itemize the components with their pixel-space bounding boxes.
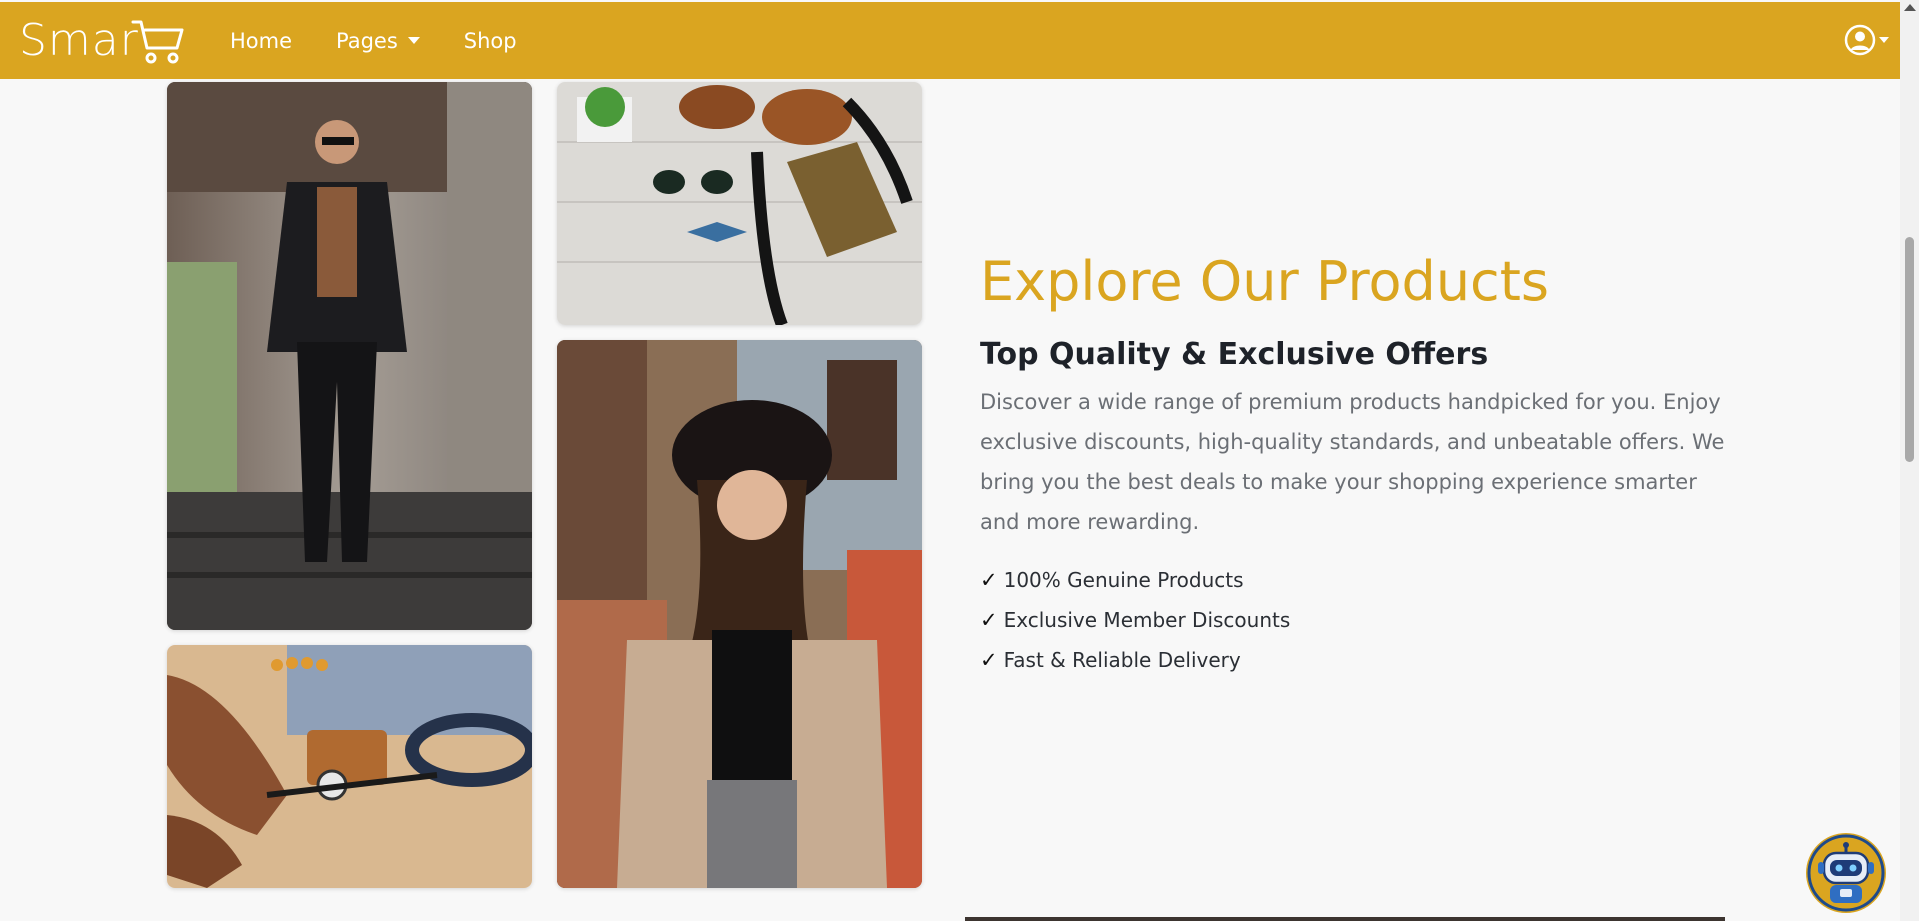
list-item: ✓ Fast & Reliable Delivery — [980, 640, 1730, 680]
nav-shop-label: Shop — [463, 28, 517, 53]
navbar: Smar Home Pages Shop — [0, 2, 1900, 79]
nav-shop[interactable]: Shop — [464, 29, 517, 53]
list-item: ✓ Exclusive Member Discounts — [980, 600, 1730, 640]
checkmark-icon: ✓ — [980, 608, 998, 632]
nav-pages-label: Pages — [336, 28, 398, 53]
feature-text: 100% Genuine Products — [1003, 568, 1244, 592]
feature-text: Exclusive Member Discounts — [1003, 608, 1291, 632]
logo-text: Smar — [19, 14, 139, 66]
scrollbar-thumb[interactable] — [1905, 237, 1914, 462]
feature-text: Fast & Reliable Delivery — [1003, 648, 1241, 672]
caret-down-icon — [407, 37, 420, 44]
scroll-up-arrow-icon[interactable] — [1904, 4, 1916, 11]
user-menu-dropdown[interactable] — [1844, 24, 1889, 56]
robot-icon — [1807, 834, 1885, 912]
nav-pages-dropdown[interactable]: Pages — [336, 29, 420, 53]
list-item: ✓ 100% Genuine Products — [980, 560, 1730, 600]
checkmark-icon: ✓ — [980, 648, 998, 672]
gallery-image-man-suit — [167, 82, 532, 630]
page-scrollbar[interactable] — [1900, 0, 1919, 921]
gallery-image-shoes-wallet-belt — [167, 645, 532, 888]
page-title: Explore Our Products — [980, 250, 1550, 313]
nav-home-label: Home — [230, 28, 293, 53]
next-section-edge — [965, 917, 1725, 921]
chatbot-button[interactable] — [1806, 833, 1886, 913]
caret-down-icon — [1879, 37, 1889, 43]
checkmark-icon: ✓ — [980, 568, 998, 592]
user-circle-icon — [1844, 24, 1876, 56]
nav-home[interactable]: Home — [230, 29, 292, 53]
brand-logo[interactable]: Smar — [19, 14, 185, 66]
feature-list: ✓ 100% Genuine Products ✓ Exclusive Memb… — [980, 560, 1730, 680]
products-intro: Explore Our Products Top Quality & Exclu… — [980, 248, 1730, 680]
shopping-cart-icon — [131, 20, 184, 64]
section-subtitle: Top Quality & Exclusive Offers — [980, 337, 1489, 372]
gallery-image-woman-hat — [557, 340, 922, 888]
section-description: Discover a wide range of premium product… — [980, 390, 1725, 534]
gallery-image-accessories-flatlay — [557, 82, 922, 325]
nav-links: Home Pages Shop — [230, 2, 561, 79]
